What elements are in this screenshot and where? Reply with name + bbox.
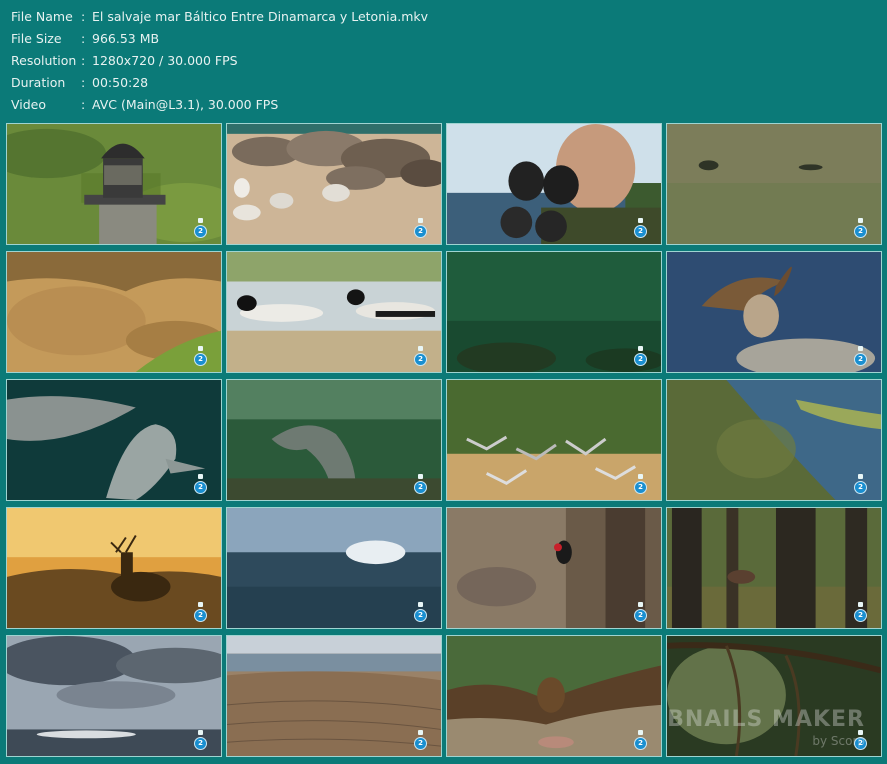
separator: : xyxy=(81,9,86,24)
channel-logo-icon: 2 xyxy=(194,346,207,366)
woodpecker-scene xyxy=(447,508,661,628)
thumbnail-woodpecker[interactable]: 2 xyxy=(446,507,662,629)
channel-logo-icon: 2 xyxy=(414,474,427,494)
separator: : xyxy=(81,75,86,90)
thumbnail-cliff[interactable]: 2 xyxy=(6,251,222,373)
thumbnail-underwater-seabed[interactable]: 2 xyxy=(446,251,662,373)
video-row: Video: AVC (Main@L3.1), 30.000 FPS xyxy=(11,94,428,116)
thumbnail-sea-splash[interactable]: 2 xyxy=(226,507,442,629)
resolution-label: Resolution xyxy=(11,53,77,68)
file-size-value: 966.53 MB xyxy=(92,31,160,46)
channel-logo-icon: 2 xyxy=(194,218,207,238)
resolution-row: Resolution:1280x720 / 30.000 FPS xyxy=(11,50,428,72)
porpoise-close-scene xyxy=(7,380,221,500)
video-value: AVC (Main@L3.1), 30.000 FPS xyxy=(92,97,279,112)
channel-logo-icon: 2 xyxy=(414,602,427,622)
thumbnail-sand-dunes[interactable]: 2 xyxy=(226,635,442,757)
thumbnail-cloudy-sea[interactable]: 2 xyxy=(6,635,222,757)
thumbnail-seals-water[interactable]: 2 xyxy=(666,123,882,245)
thumbnail-aerial-coast[interactable]: 2 xyxy=(666,379,882,501)
channel-logo-icon: 2 xyxy=(854,346,867,366)
lighthouse-scene xyxy=(7,124,221,244)
watermark-subtitle: by Scorp xyxy=(812,734,865,748)
thumbnail-eagle[interactable]: 2 xyxy=(446,635,662,757)
channel-logo-icon: 2 xyxy=(414,218,427,238)
seals-gulls-scene xyxy=(227,124,441,244)
channel-logo-icon: 2 xyxy=(634,730,647,750)
falcon-scene xyxy=(667,252,881,372)
seals-water-scene xyxy=(667,124,881,244)
resolution-value: 1280x720 / 30.000 FPS xyxy=(92,53,238,68)
separator: : xyxy=(81,31,86,46)
aerial-coast-scene xyxy=(667,380,881,500)
video-label: Video xyxy=(11,97,47,112)
cliff-scene xyxy=(7,252,221,372)
birds-marsh-scene xyxy=(447,380,661,500)
thumbnail-falcon[interactable]: 2 xyxy=(666,251,882,373)
file-info-panel: File Name: El salvaje mar Báltico Entre D… xyxy=(11,6,428,116)
underwater-seabed-scene xyxy=(447,252,661,372)
channel-logo-icon: 2 xyxy=(854,474,867,494)
channel-logo-icon: 2 xyxy=(414,346,427,366)
thumbnail-forest-deer[interactable]: 2 xyxy=(666,507,882,629)
channel-logo-icon: 2 xyxy=(194,474,207,494)
channel-logo-icon: 2 xyxy=(634,602,647,622)
channel-logo-icon: 2 xyxy=(634,474,647,494)
thumbnail-deer-sunset[interactable]: 2 xyxy=(6,507,222,629)
eagle-scene xyxy=(447,636,661,756)
sea-splash-scene xyxy=(227,508,441,628)
thumbnail-lighthouse[interactable]: 2 xyxy=(6,123,222,245)
binoculars-scene xyxy=(447,124,661,244)
channel-logo-icon: 2 xyxy=(634,218,647,238)
thumbnail-binoculars[interactable]: 2 xyxy=(446,123,662,245)
duration-label: Duration xyxy=(11,75,66,90)
file-size-label: File Size xyxy=(11,31,62,46)
duration-row: Duration:00:50:28 xyxy=(11,72,428,94)
channel-logo-icon: 2 xyxy=(854,602,867,622)
deer-sunset-scene xyxy=(7,508,221,628)
cloudy-sea-scene xyxy=(7,636,221,756)
file-name-label: File Name xyxy=(11,9,73,24)
channel-logo-icon: 2 xyxy=(194,602,207,622)
separator: : xyxy=(81,97,86,112)
sand-dunes-scene xyxy=(227,636,441,756)
thumbnail-birds-marsh[interactable]: 2 xyxy=(446,379,662,501)
thumbnail-shelducks[interactable]: 2 xyxy=(226,251,442,373)
separator: : xyxy=(81,53,86,68)
porpoise-green-scene xyxy=(227,380,441,500)
shelducks-scene xyxy=(227,252,441,372)
watermark-title: THUMBNAILS MAKER xyxy=(667,707,865,732)
file-name-value: El salvaje mar Báltico Entre Dinamarca y… xyxy=(92,9,429,24)
channel-logo-icon: 2 xyxy=(634,346,647,366)
file-size-row: File Size:966.53 MB xyxy=(11,28,428,50)
channel-logo-icon: 2 xyxy=(414,730,427,750)
thumbnail-grid: 2 2 2 2 2 2 2 2 2 2 2 2 2 2 2 2 2 2 2 2 … xyxy=(6,123,882,757)
thumbnail-seals-gulls[interactable]: 2 xyxy=(226,123,442,245)
channel-logo-icon: 2 xyxy=(854,218,867,238)
forest-deer-scene xyxy=(667,508,881,628)
thumbnail-porpoise-green[interactable]: 2 xyxy=(226,379,442,501)
channel-logo-icon: 2 xyxy=(194,730,207,750)
duration-value: 00:50:28 xyxy=(92,75,149,90)
file-name-row: File Name: El salvaje mar Báltico Entre D… xyxy=(11,6,428,28)
thumbnail-forest-vines[interactable]: 2 THUMBNAILS MAKER by Scorp xyxy=(666,635,882,757)
thumbnail-porpoise-close[interactable]: 2 xyxy=(6,379,222,501)
